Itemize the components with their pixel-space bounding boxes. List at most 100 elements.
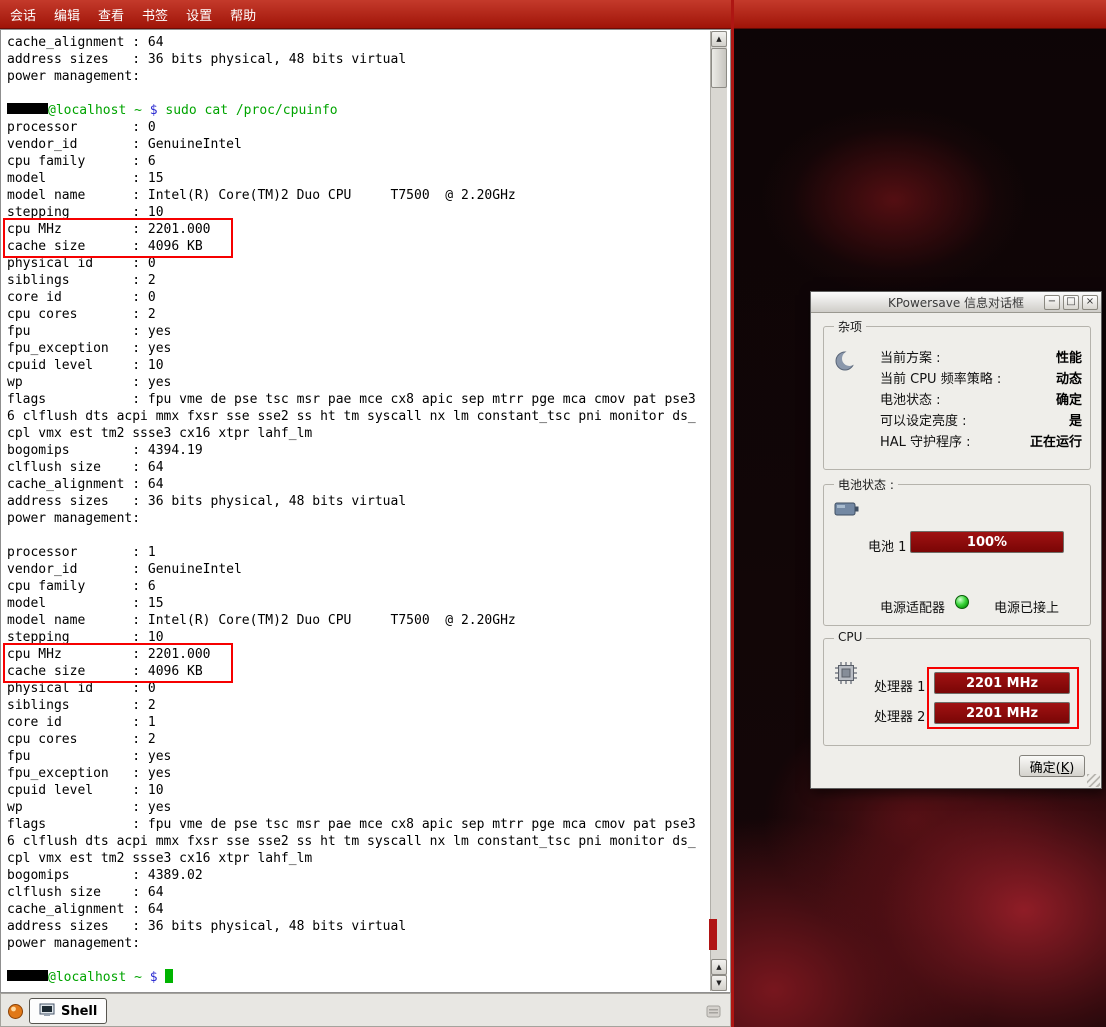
menu-item-view[interactable]: 查看 xyxy=(92,5,130,24)
terminal-line: siblings : 2 xyxy=(7,272,708,289)
terminal-line: siblings : 2 xyxy=(7,697,708,714)
menu-item-help[interactable]: 帮助 xyxy=(224,5,262,24)
close-icon: × xyxy=(1086,296,1094,307)
task-tab-label: Shell xyxy=(61,1004,97,1019)
menu-item-settings[interactable]: 设置 xyxy=(180,5,218,24)
terminal-line: clflush size : 64 xyxy=(7,459,708,476)
processor2-frequency: 2201 MHz xyxy=(966,706,1038,721)
battery-icon xyxy=(834,501,860,521)
processor2-frequency-bar: 2201 MHz xyxy=(934,702,1070,724)
terminal-line: power management: xyxy=(7,935,708,952)
prompt-command: sudo cat /proc/cpuinfo xyxy=(165,103,337,118)
row-label: 电池状态 : xyxy=(880,389,941,408)
row-value: 确定 xyxy=(1056,389,1082,408)
battery-progressbar: 100% xyxy=(910,531,1064,553)
arrow-up-icon: ▲ xyxy=(716,964,721,971)
processor1-frequency-bar: 2201 MHz xyxy=(934,672,1070,694)
minimize-button[interactable]: − xyxy=(1044,295,1060,310)
row-value: 正在运行 xyxy=(1030,431,1082,450)
terminal-line: wp : yes xyxy=(7,799,708,816)
misc-rows: 当前方案 : 性能 当前 CPU 频率策略 : 动态 电池状态 : 确定 可以设… xyxy=(880,346,1082,451)
ok-accel-key: K xyxy=(1061,761,1070,776)
terminal-line: cache_alignment : 64 xyxy=(7,476,708,493)
terminal-line: processor : 1 xyxy=(7,544,708,561)
terminal-line: cache_alignment : 64 xyxy=(7,34,708,51)
session-list-icon xyxy=(705,1003,722,1020)
ok-label-prefix: 确定( xyxy=(1030,761,1061,776)
dialog-titlebar[interactable]: KPowersave 信息对话框 − □ × xyxy=(811,292,1101,313)
new-session-button[interactable] xyxy=(4,1000,26,1022)
menu-item-bookmarks[interactable]: 书签 xyxy=(136,5,174,24)
desktop-background: KPowersave 信息对话框 − □ × 杂项 当前方案 : 性能 xyxy=(731,0,1106,1027)
terminal-line: cache size : 4096 KB xyxy=(7,238,708,255)
terminal-line: @localhost ~ $ xyxy=(7,969,708,986)
scrollbar-thumb[interactable] xyxy=(711,48,727,88)
terminal-line: flags : fpu vme de pse tsc msr pae mce c… xyxy=(7,391,708,408)
terminal-line: cache_alignment : 64 xyxy=(7,901,708,918)
kpowersave-icon xyxy=(834,349,858,377)
terminal-line: core id : 1 xyxy=(7,714,708,731)
terminal-line: cpl vmx est tm2 ssse3 cx16 xtpr lahf_lm xyxy=(7,425,708,442)
taskbar: Shell xyxy=(0,993,731,1027)
maximize-icon: □ xyxy=(1066,296,1075,307)
terminal-line: cpuid level : 10 xyxy=(7,782,708,799)
ok-button[interactable]: 确定(K) xyxy=(1019,755,1085,777)
minimize-icon: − xyxy=(1048,296,1056,307)
terminal-line: model : 15 xyxy=(7,170,708,187)
row-value: 动态 xyxy=(1056,368,1082,387)
scrollbar-red-marker xyxy=(709,919,717,950)
terminal-line: fpu_exception : yes xyxy=(7,340,708,357)
info-row-brightness: 可以设定亮度 : 是 xyxy=(880,409,1082,430)
terminal-line xyxy=(7,527,708,544)
info-row-hal-daemon: HAL 守护程序 : 正在运行 xyxy=(880,430,1082,451)
terminal-line: 6 clflush dts acpi mmx fxsr sse sse2 ss … xyxy=(7,833,708,850)
adapter-status: 电源已接上 xyxy=(994,597,1059,616)
terminal-line: cache size : 4096 KB xyxy=(7,663,708,680)
info-row-battery-state: 电池状态 : 确定 xyxy=(880,388,1082,409)
terminal-line: model name : Intel(R) Core(TM)2 Duo CPU … xyxy=(7,187,708,204)
scroll-down-button[interactable]: ▼ xyxy=(711,975,727,991)
task-tab-shell[interactable]: Shell xyxy=(29,998,107,1024)
cpu-icon xyxy=(834,661,858,689)
battery-group: 电池状态 : 电池 1 100% 电源适配器 电源已接上 xyxy=(823,484,1091,626)
terminal-line: power management: xyxy=(7,510,708,527)
resize-grip[interactable] xyxy=(1087,774,1100,787)
scroll-up-button[interactable]: ▲ xyxy=(711,31,727,47)
terminal-line xyxy=(7,85,708,102)
terminal-line: @localhost ~ $ sudo cat /proc/cpuinfo xyxy=(7,102,708,119)
new-session-icon xyxy=(7,1003,24,1020)
terminal-line: power management: xyxy=(7,68,708,85)
terminal-line: wp : yes xyxy=(7,374,708,391)
prompt-symbol: $ xyxy=(142,103,165,118)
row-label: 当前 CPU 频率策略 : xyxy=(880,368,1001,387)
scroll-up-button-bottom[interactable]: ▲ xyxy=(711,959,727,975)
close-button[interactable]: × xyxy=(1082,295,1098,310)
session-list-button[interactable] xyxy=(702,1000,724,1022)
terminal-line: 6 clflush dts acpi mmx fxsr sse sse2 ss … xyxy=(7,408,708,425)
redacted-username xyxy=(7,103,48,114)
misc-group-legend: 杂项 xyxy=(834,318,866,335)
terminal-line: vendor_id : GenuineIntel xyxy=(7,136,708,153)
terminal-line: vendor_id : GenuineIntel xyxy=(7,561,708,578)
maximize-button[interactable]: □ xyxy=(1063,295,1079,310)
terminal-line: physical id : 0 xyxy=(7,255,708,272)
battery-group-legend: 电池状态 : xyxy=(834,476,898,493)
terminal-line: processor : 0 xyxy=(7,119,708,136)
terminal-line xyxy=(7,952,708,969)
redacted-username xyxy=(7,970,48,981)
terminal-scrollbar[interactable]: ▲ ▲ ▼ xyxy=(710,31,727,991)
terminal-line: cpu family : 6 xyxy=(7,153,708,170)
menu-item-session[interactable]: 会话 xyxy=(4,5,42,24)
processor2-label: 处理器 2 xyxy=(874,706,925,725)
row-value: 性能 xyxy=(1056,347,1082,366)
terminal-line: model name : Intel(R) Core(TM)2 Duo CPU … xyxy=(7,612,708,629)
terminal-line: cpu MHz : 2201.000 xyxy=(7,646,708,663)
terminal-output[interactable]: cache_alignment : 64address sizes : 36 b… xyxy=(2,30,708,992)
adapter-label: 电源适配器 xyxy=(880,597,945,616)
screen: 会话 编辑 查看 书签 设置 帮助 cache_alignment : 64ad… xyxy=(0,0,1106,1027)
processor1-frequency: 2201 MHz xyxy=(966,676,1038,691)
menu-item-edit[interactable]: 编辑 xyxy=(48,5,86,24)
cpu-group: CPU 处理器 1 2201 MHz 处理器 2 2201 MHz xyxy=(823,638,1091,746)
row-label: 可以设定亮度 : xyxy=(880,410,967,429)
row-label: HAL 守护程序 : xyxy=(880,431,971,450)
